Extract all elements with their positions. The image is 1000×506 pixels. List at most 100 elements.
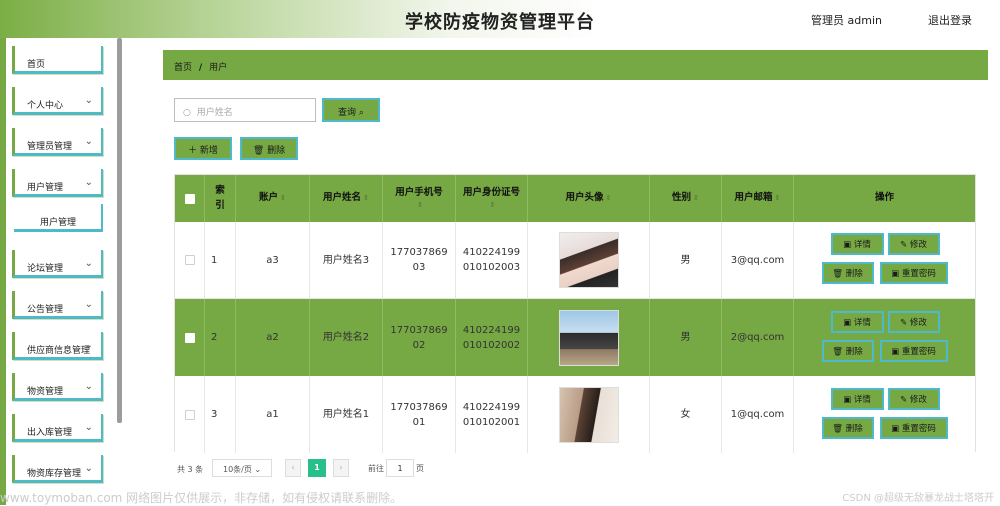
sort-icon[interactable]: ⇕ (606, 193, 612, 204)
cell-account: a1 (236, 376, 310, 453)
trash-icon: 🗑 (832, 423, 846, 434)
chevron-down-icon: ⌄ (84, 463, 93, 474)
cell-name: 用户姓名1 (310, 376, 383, 453)
detail-label: 详情 (853, 394, 871, 405)
cell-ops: ▣ 详情 ✎ 修改 🗑 删除 ▣ 重置密码 (794, 299, 975, 376)
sort-icon[interactable]: ⇕ (417, 200, 423, 211)
sort-icon[interactable]: ⇕ (775, 193, 781, 204)
row-checkbox-cell[interactable] (175, 222, 205, 298)
edit-icon: ✎ (900, 394, 910, 405)
page-number-current[interactable]: 1 (308, 459, 326, 477)
query-button[interactable]: 查询 ⌕ (322, 98, 380, 122)
next-page-button[interactable]: › (333, 459, 349, 477)
header-idcard[interactable]: 用户身份证号 ⇕ (456, 175, 528, 222)
breadcrumb-home[interactable]: 首页 (174, 63, 192, 73)
prev-page-button[interactable]: ‹ (285, 459, 301, 477)
delete-button[interactable]: 🗑 删除 (821, 262, 874, 284)
edit-icon: ✎ (900, 240, 910, 250)
page-size-select[interactable]: 10条/页 ⌄ (212, 459, 272, 477)
reset-password-button[interactable]: ▣ 重置密码 (879, 262, 948, 284)
edit-button[interactable]: ✎ 修改 (887, 310, 940, 333)
detail-icon: ▣ (843, 240, 854, 250)
sidebar-item-label: 首页 (27, 60, 46, 70)
sidebar-item-label: 管理员管理 (27, 142, 73, 152)
sidebar-item-notice-management[interactable]: 公告管理 ⌄ (12, 291, 103, 319)
cell-index: 1 (205, 222, 236, 298)
sidebar-item-admin-management[interactable]: 管理员管理 ⌄ (12, 128, 103, 156)
chevron-down-icon: ⌄ (84, 258, 93, 269)
sidebar-item-personal-center[interactable]: 个人中心 ⌄ (12, 87, 103, 115)
sidebar-subitem-user-management[interactable]: 用户管理 (14, 204, 103, 232)
detail-button[interactable]: ▣ 详情 (830, 233, 884, 255)
chevron-right-icon: › (339, 463, 343, 472)
batch-delete-button[interactable]: 🗑 删除 (240, 137, 298, 160)
sidebar-item-label: 物资管理 (27, 387, 64, 397)
sidebar-item-label: 公告管理 (27, 305, 64, 315)
row-checkbox[interactable] (184, 409, 195, 420)
page-size-value: 10条/页 (223, 465, 252, 474)
table-header-row: 索引 账户 ⇕ 用户姓名 ⇕ 用户手机号 ⇕ 用户身份证号 ⇕ 用户头像 ⇕ 性别 ⇕ 用户… (175, 175, 975, 222)
sidebar-item-inout-management[interactable]: 出入库管理 ⌄ (12, 414, 103, 442)
reset-icon: ▣ (891, 346, 902, 357)
header-email[interactable]: 用户邮箱 ⇕ (722, 175, 794, 222)
chevron-down-icon: ⌄ (84, 422, 93, 433)
edit-button[interactable]: ✎ 修改 (887, 233, 940, 255)
sidebar-item-inventory-management[interactable]: 物资库存管理 ⌄ (12, 455, 103, 483)
cell-ops: ▣ 详情 ✎ 修改 🗑 删除 ▣ 重置密码 (794, 376, 975, 453)
cell-name: 用户姓名2 (310, 299, 383, 376)
goto-label: 前往 (368, 464, 384, 473)
sidebar-item-forum-management[interactable]: 论坛管理 ⌄ (12, 250, 103, 278)
goto-page-input[interactable]: 1 (386, 459, 414, 477)
sidebar-item-home[interactable]: 首页 (12, 46, 103, 74)
add-button[interactable]: ＋ 新增 (174, 137, 232, 160)
header-select-all[interactable] (175, 175, 205, 222)
reset-label: 重置密码 (901, 423, 936, 434)
delete-button[interactable]: 🗑 删除 (821, 339, 874, 362)
sort-icon[interactable]: ⇕ (280, 193, 286, 204)
sort-icon[interactable]: ⇕ (693, 193, 699, 204)
cell-phone: 17703786901 (383, 376, 456, 453)
delete-label: 删除 (845, 423, 863, 434)
delete-label: 删除 (845, 346, 863, 357)
row-checkbox[interactable] (184, 332, 195, 343)
cell-index: 3 (205, 376, 236, 453)
detail-button[interactable]: ▣ 详情 (830, 310, 884, 333)
reset-password-button[interactable]: ▣ 重置密码 (879, 339, 948, 362)
edit-label: 修改 (909, 240, 927, 250)
row-checkbox-cell[interactable] (175, 376, 205, 453)
sort-icon[interactable]: ⇕ (363, 193, 369, 204)
header-avatar[interactable]: 用户头像 ⇕ (528, 175, 650, 222)
cell-ops: ▣ 详情 ✎ 修改 🗑 删除 ▣ 重置密码 (794, 222, 975, 298)
select-all-checkbox[interactable] (184, 193, 195, 204)
sidebar-item-material-management[interactable]: 物资管理 ⌄ (12, 373, 103, 401)
avatar (558, 309, 619, 366)
sidebar-item-label: 用户管理 (40, 218, 77, 228)
header-idcard-label: 用户身份证号 (462, 187, 520, 199)
header-account-label: 账户 (259, 192, 279, 204)
avatar (558, 386, 619, 443)
header-name[interactable]: 用户姓名 ⇕ (310, 175, 383, 222)
chevron-down-icon: ⌄ (84, 95, 93, 106)
header-account[interactable]: 账户 ⇕ (236, 175, 310, 222)
delete-button[interactable]: 🗑 删除 (821, 416, 874, 439)
reset-icon: ▣ (891, 269, 902, 279)
edit-button[interactable]: ✎ 修改 (887, 387, 940, 410)
sidebar-scrollbar[interactable] (117, 38, 122, 423)
sort-icon[interactable]: ⇕ (490, 200, 496, 211)
header-name-label: 用户姓名 (323, 192, 362, 204)
detail-button[interactable]: ▣ 详情 (830, 387, 884, 410)
table-row: 3 a1 用户姓名1 17703786901 41022419901010200… (175, 376, 975, 453)
header-gender[interactable]: 性别 ⇕ (650, 175, 722, 222)
row-checkbox-cell[interactable] (175, 299, 205, 376)
reset-password-button[interactable]: ▣ 重置密码 (879, 416, 948, 439)
chevron-down-icon: ⌄ (254, 465, 262, 474)
header-gender-label: 性别 (672, 192, 692, 204)
row-checkbox[interactable] (184, 255, 195, 265)
header-phone[interactable]: 用户手机号 ⇕ (383, 175, 456, 222)
sidebar: 首页 个人中心 ⌄ 管理员管理 ⌄ 用户管理 ⌄ 用户管理 论坛管理 ⌄ 公告管… (0, 38, 125, 505)
sidebar-item-supplier-management[interactable]: 供应商信息管理 ⌄ (12, 332, 103, 360)
edit-label: 修改 (909, 394, 927, 405)
logout-link[interactable]: 退出登录 (928, 12, 972, 28)
search-input[interactable]: ○ 用户姓名 (174, 98, 316, 122)
sidebar-item-user-management[interactable]: 用户管理 ⌄ (12, 169, 103, 197)
